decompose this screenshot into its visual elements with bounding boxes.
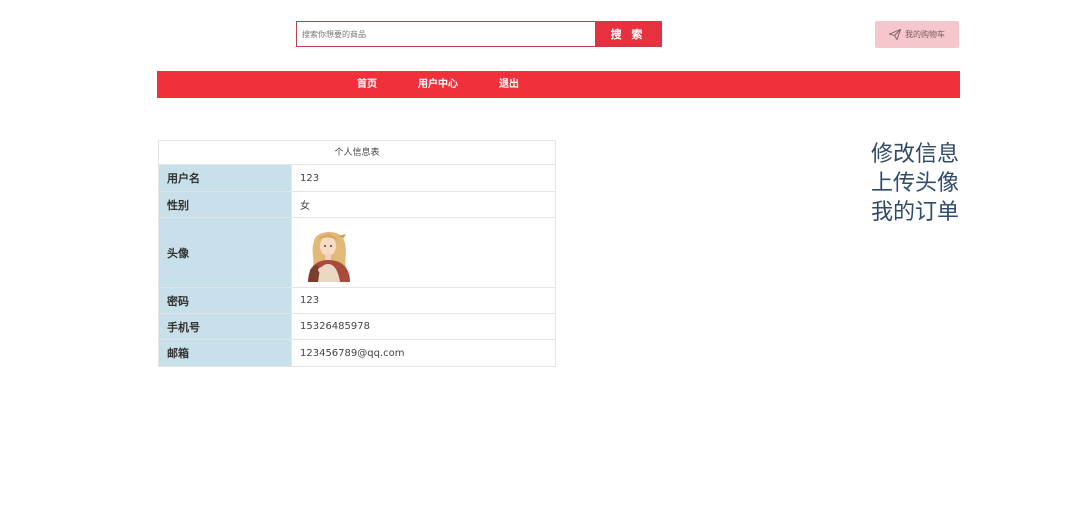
search-bar: 搜 索: [296, 21, 662, 47]
profile-table-caption: 个人信息表: [158, 140, 556, 164]
gender-value: 女: [291, 191, 556, 218]
table-row: 邮箱 123456789@qq.com: [158, 339, 556, 367]
avatar: [300, 223, 358, 282]
nav-item-user-center[interactable]: 用户中心: [418, 71, 458, 98]
cart-label: 我的购物车: [905, 30, 945, 39]
upload-avatar-link[interactable]: 上传头像: [871, 169, 959, 198]
cart-button[interactable]: 我的购物车: [875, 21, 959, 48]
table-row: 用户名 123: [158, 164, 556, 192]
phone-value: 15326485978: [291, 313, 556, 340]
table-row: 手机号 15326485978: [158, 313, 556, 340]
side-links: 修改信息 上传头像 我的订单: [871, 140, 959, 227]
search-input[interactable]: [297, 22, 595, 46]
table-row: 头像: [158, 217, 556, 288]
paper-plane-icon: [889, 29, 901, 40]
phone-label: 手机号: [158, 313, 292, 340]
edit-info-link[interactable]: 修改信息: [871, 140, 959, 169]
username-value: 123: [291, 164, 556, 192]
table-row: 性别 女: [158, 191, 556, 218]
password-value: 123: [291, 287, 556, 314]
avatar-label: 头像: [158, 217, 292, 288]
nav-item-home[interactable]: 首页: [357, 71, 377, 98]
profile-table: 个人信息表 用户名 123 性别 女 头像 密码 123 手机号 1532648…: [158, 140, 556, 367]
page: 搜 索 我的购物车 首页 用户中心 退出 个人信息表 用户名 123 性别 女: [0, 0, 1080, 520]
search-button[interactable]: 搜 索: [595, 22, 661, 46]
password-label: 密码: [158, 287, 292, 314]
nav-item-logout[interactable]: 退出: [499, 71, 519, 98]
table-row: 密码 123: [158, 287, 556, 314]
avatar-cell: [291, 217, 556, 288]
main-nav: 首页 用户中心 退出: [157, 71, 960, 98]
email-label: 邮箱: [158, 339, 292, 367]
my-orders-link[interactable]: 我的订单: [871, 198, 959, 227]
gender-label: 性别: [158, 191, 292, 218]
username-label: 用户名: [158, 164, 292, 192]
email-value: 123456789@qq.com: [291, 339, 556, 367]
